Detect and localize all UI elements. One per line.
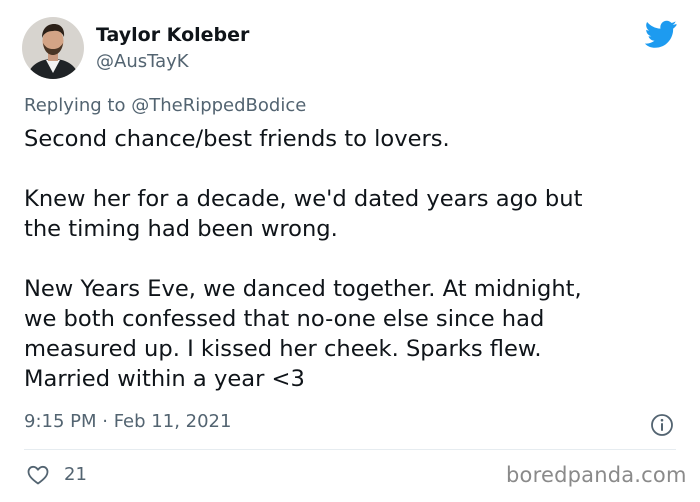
- watermark: boredpanda.com: [506, 463, 687, 487]
- avatar[interactable]: [22, 17, 84, 79]
- replying-to-handle-link[interactable]: @TheRippedBodice: [131, 95, 306, 116]
- author-handle[interactable]: @AusTayK: [96, 51, 189, 72]
- tweet-text: Second chance/best friends to lovers. Kn…: [24, 124, 684, 394]
- heart-icon[interactable]: [26, 463, 50, 487]
- twitter-bird-icon: [644, 20, 677, 48]
- author-display-name[interactable]: Taylor Koleber: [96, 24, 249, 46]
- like-count[interactable]: 21: [64, 464, 87, 485]
- user-avatar-icon: [22, 17, 84, 79]
- tweet-text-line: Married within a year <3: [24, 366, 305, 392]
- tweet-text-line: the timing had been wrong.: [24, 216, 338, 242]
- tweet-text-line: Knew her for a decade, we'd dated years …: [24, 186, 583, 212]
- tweet-card: Taylor Koleber @AusTayK Replying to @The…: [0, 0, 700, 502]
- replying-to-prefix: Replying to: [24, 95, 126, 116]
- tweet-text-line: measured up. I kissed her cheek. Sparks …: [24, 336, 542, 362]
- replying-to-line: Replying to @TheRippedBodice: [24, 95, 306, 116]
- tweet-text-line: Second chance/best friends to lovers.: [24, 126, 450, 152]
- tweet-text-line: we both confessed that no-one else since…: [24, 306, 545, 332]
- tweet-text-line: New Years Eve, we danced together. At mi…: [24, 276, 582, 302]
- tweet-timestamp[interactable]: 9:15 PM · Feb 11, 2021: [24, 411, 231, 432]
- divider: [24, 449, 676, 450]
- info-icon[interactable]: [650, 413, 674, 437]
